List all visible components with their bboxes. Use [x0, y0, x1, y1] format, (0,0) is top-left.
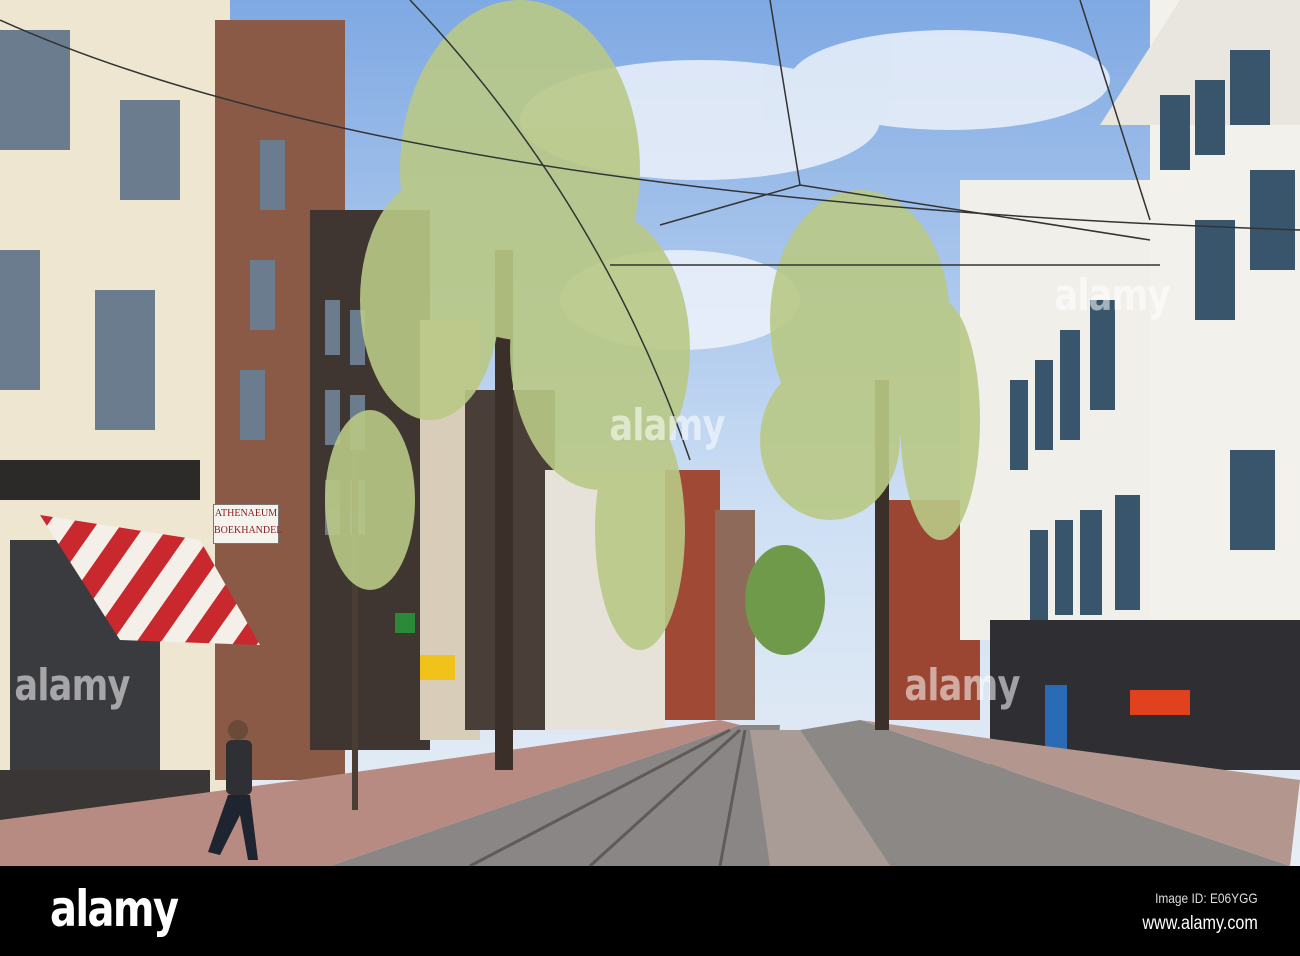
- watermark: alamy: [1054, 270, 1170, 321]
- image-id: Image ID: E06YGG: [1155, 890, 1258, 906]
- watermark: alamy: [904, 660, 1020, 711]
- bookstore-sign: ATHENAEUM BOEKHANDEL: [213, 504, 283, 544]
- alamy-logo: alamy: [50, 880, 179, 938]
- sign-line-1: ATHENAEUM: [214, 508, 278, 519]
- footer-bar: alamy Image ID: E06YGG www.alamy.com: [0, 866, 1300, 956]
- sign-line-2: BOEKHANDEL: [214, 525, 283, 536]
- website-link[interactable]: www.alamy.com: [1143, 913, 1258, 935]
- watermark: alamy: [14, 660, 130, 711]
- watermark: alamy: [609, 400, 725, 451]
- photo-frame: ATHENAEUM BOEKHANDEL alamy alamy alamy a…: [0, 0, 1300, 956]
